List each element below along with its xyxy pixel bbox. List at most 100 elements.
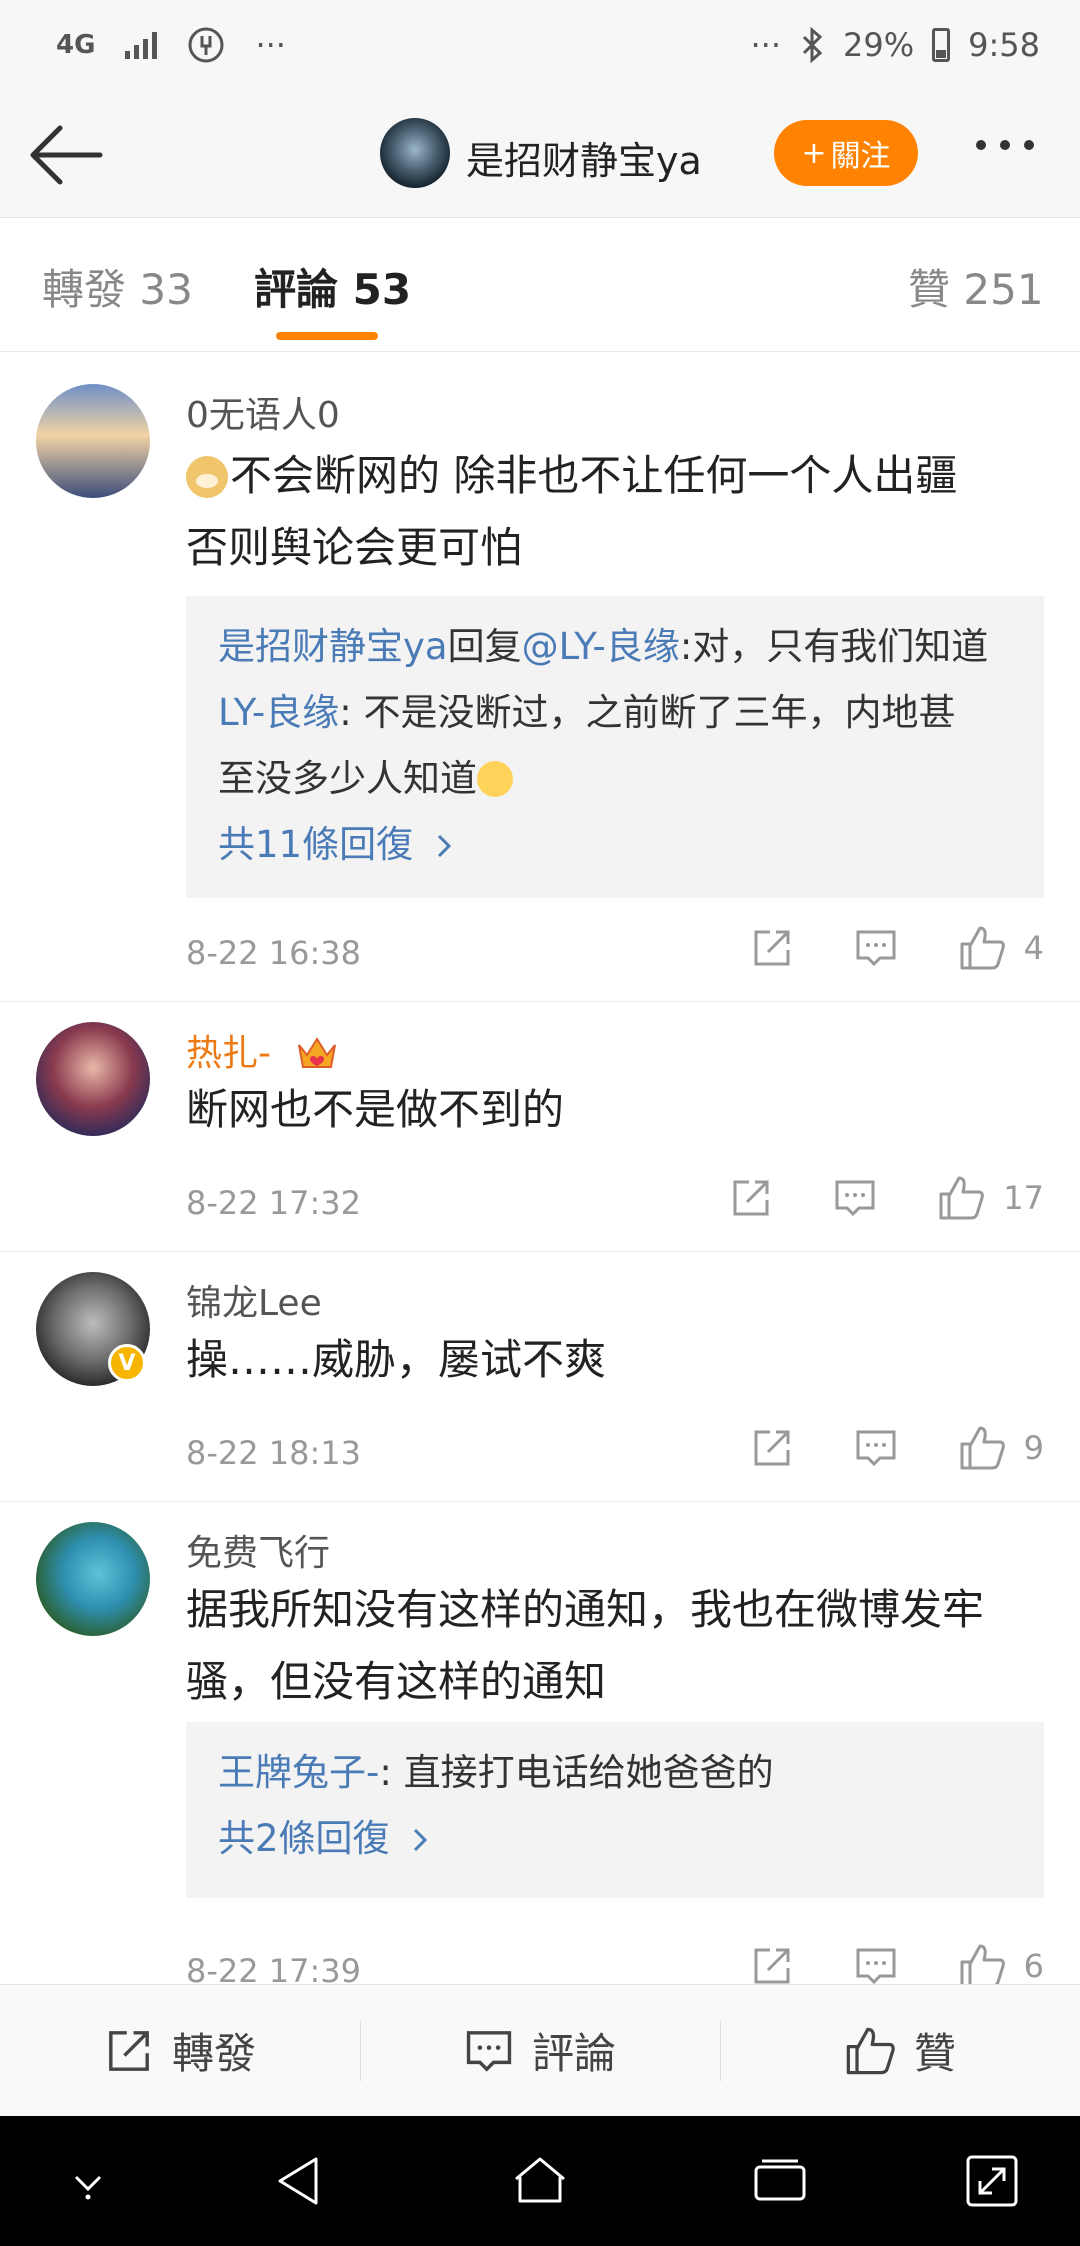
commenter-name[interactable]: 锦龙Lee — [186, 1274, 322, 1326]
active-tab-indicator — [276, 332, 378, 340]
app-header: 是招财静宝ya + 關注 — [0, 90, 1080, 218]
bottom-action-bar: 轉發 評論 贊 — [0, 1984, 1080, 2116]
back-nav-icon[interactable] — [270, 2151, 330, 2211]
comment-icon — [835, 1180, 875, 1217]
repost-button[interactable] — [750, 1426, 794, 1470]
system-navigation-bar — [0, 2116, 1080, 2246]
like-button[interactable]: 9 — [958, 1424, 1044, 1472]
tab-bar: 轉發 33 評論 53 贊 251 — [0, 218, 1080, 352]
comment-item: 热扎- 断网也不是做不到的 8-22 17:32 17 — [0, 1002, 1080, 1252]
comment-list[interactable]: 0无语人0 不会断网的 除非也不让任何一个人出疆 否则舆论会更可怕 是招财静宝y… — [0, 352, 1080, 1984]
bottom-like-button[interactable]: 贊 — [720, 1985, 1080, 2116]
repost-button[interactable] — [750, 926, 794, 970]
back-arrow-icon — [30, 125, 103, 185]
tab-likes[interactable]: 贊 251 — [908, 256, 1044, 317]
tab-comments-count: 53 — [352, 265, 412, 314]
like-count: 17 — [1003, 1179, 1044, 1217]
like-button[interactable]: 4 — [958, 924, 1044, 972]
share-icon — [754, 930, 790, 966]
home-nav-icon[interactable] — [510, 2151, 570, 2211]
bottom-repost-label: 轉發 — [171, 2029, 256, 2078]
reply-user-link[interactable]: LY-良缘 — [218, 691, 339, 734]
recent-apps-icon[interactable] — [750, 2151, 810, 2211]
tab-comments[interactable]: 評論 53 — [254, 256, 411, 317]
comment-actions: 4 — [690, 924, 1044, 972]
comment-timestamp: 8-22 16:38 — [186, 934, 362, 972]
commenter-avatar[interactable] — [36, 1022, 150, 1136]
verified-badge-icon: V — [108, 1344, 146, 1382]
chevron-right-icon — [414, 1828, 428, 1852]
commenter-name[interactable]: 免费飞行 — [186, 1524, 330, 1576]
commenter-name[interactable]: 热扎- — [186, 1024, 338, 1076]
doge-emoji-icon — [186, 456, 228, 498]
battery-icon — [932, 28, 951, 62]
reply-preview[interactable]: 是招财静宝ya回复@LY-良缘:对，只有我们知道 LY-良缘: 不是没断过，之前… — [186, 596, 1044, 898]
thumbs-up-icon — [960, 1426, 1005, 1470]
status-bar: 4G ··· ··· 29% 9:58 — [0, 0, 1080, 90]
bottom-like-label: 贊 — [913, 2029, 956, 2078]
mention-link[interactable]: @LY-良缘 — [522, 625, 680, 668]
share-icon — [109, 2030, 149, 2071]
like-count: 6 — [1023, 1947, 1044, 1984]
commenter-name[interactable]: 0无语人0 — [186, 386, 340, 438]
like-button[interactable]: 6 — [958, 1942, 1044, 1984]
battery-percentage: 29% — [843, 26, 915, 64]
reply-preview[interactable]: 王牌兔子-: 直接打电话给她爸爸的 共2條回復 — [186, 1722, 1044, 1898]
comment-icon — [466, 2030, 512, 2072]
bottom-comment-label: 評論 — [531, 2029, 616, 2078]
hide-keyboard-icon[interactable] — [58, 2151, 118, 2211]
smirk-emoji-icon — [477, 761, 513, 797]
reply-user-link[interactable]: 是招财静宝ya — [218, 625, 448, 668]
thumbs-up-icon — [939, 1176, 985, 1220]
comment-text: 操……威胁，屡试不爽 — [186, 1335, 607, 1384]
plus-icon: + — [801, 135, 827, 171]
reply-button[interactable] — [854, 1944, 898, 1984]
bottom-repost-button[interactable]: 轉發 — [0, 1985, 360, 2116]
comment-text: 不会断网的 除非也不让任何一个人出疆 否则舆论会更可怕 — [186, 451, 958, 572]
tab-reposts[interactable]: 轉發 33 — [42, 256, 193, 317]
thumbs-up-icon — [846, 2027, 895, 2074]
comment-timestamp: 8-22 17:39 — [186, 1952, 362, 1984]
more-options-icon[interactable] — [976, 140, 1034, 150]
reply-button[interactable] — [854, 926, 898, 970]
comment-icon — [856, 1430, 896, 1467]
reply-button[interactable] — [854, 1426, 898, 1470]
network-type-label: 4G — [56, 30, 96, 60]
comment-item: 免费飞行 据我所知没有这样的通知，我也在微博发牢 骚，但没有这样的通知 王牌兔子… — [0, 1502, 1080, 1984]
signal-strength-icon — [125, 31, 158, 59]
comment-item: V 锦龙Lee 操……威胁，屡试不爽 8-22 18:13 9 — [0, 1252, 1080, 1502]
follow-button[interactable]: + 關注 — [774, 120, 918, 186]
account-avatar[interactable] — [380, 118, 450, 188]
reply-user-link[interactable]: 王牌兔子- — [218, 1751, 379, 1794]
repost-button[interactable] — [729, 1176, 773, 1220]
like-button[interactable]: 17 — [937, 1174, 1044, 1222]
comment-text: 据我所知没有这样的通知，我也在微博发牢 骚，但没有这样的通知 — [186, 1585, 985, 1706]
clock-time: 9:58 — [968, 26, 1040, 64]
comment-actions: 6 — [690, 1942, 1044, 1984]
share-icon — [754, 1430, 790, 1466]
follow-button-label: 關注 — [830, 139, 891, 174]
comment-timestamp: 8-22 17:32 — [186, 1184, 362, 1222]
back-button[interactable] — [26, 120, 106, 190]
view-more-replies-link[interactable]: 共2條回復 — [218, 1806, 1012, 1872]
tab-reposts-label: 轉發 — [42, 265, 127, 314]
expand-screen-icon[interactable] — [962, 2151, 1022, 2211]
account-name[interactable]: 是招财静宝ya — [466, 130, 702, 185]
share-icon — [754, 1948, 790, 1984]
view-more-replies-link[interactable]: 共11條回復 — [218, 812, 1012, 878]
repost-button[interactable] — [750, 1944, 794, 1984]
comment-actions: 9 — [690, 1424, 1044, 1472]
commenter-avatar[interactable] — [36, 384, 150, 498]
tab-comments-label: 評論 — [254, 265, 339, 314]
reply-button[interactable] — [833, 1176, 877, 1220]
app-notification-icon — [188, 27, 224, 63]
like-count: 4 — [1023, 929, 1044, 967]
reply-line: 是招财静宝ya回复@LY-良缘:对，只有我们知道 — [218, 625, 989, 668]
tab-likes-label: 贊 — [908, 265, 951, 314]
vip-crown-icon — [298, 1037, 337, 1068]
bottom-comment-button[interactable]: 評論 — [360, 1985, 720, 2116]
comment-text: 断网也不是做不到的 — [186, 1085, 565, 1134]
thumbs-up-icon — [960, 1944, 1005, 1984]
status-overflow-indicator: ··· — [255, 26, 286, 64]
commenter-avatar[interactable] — [36, 1522, 150, 1636]
